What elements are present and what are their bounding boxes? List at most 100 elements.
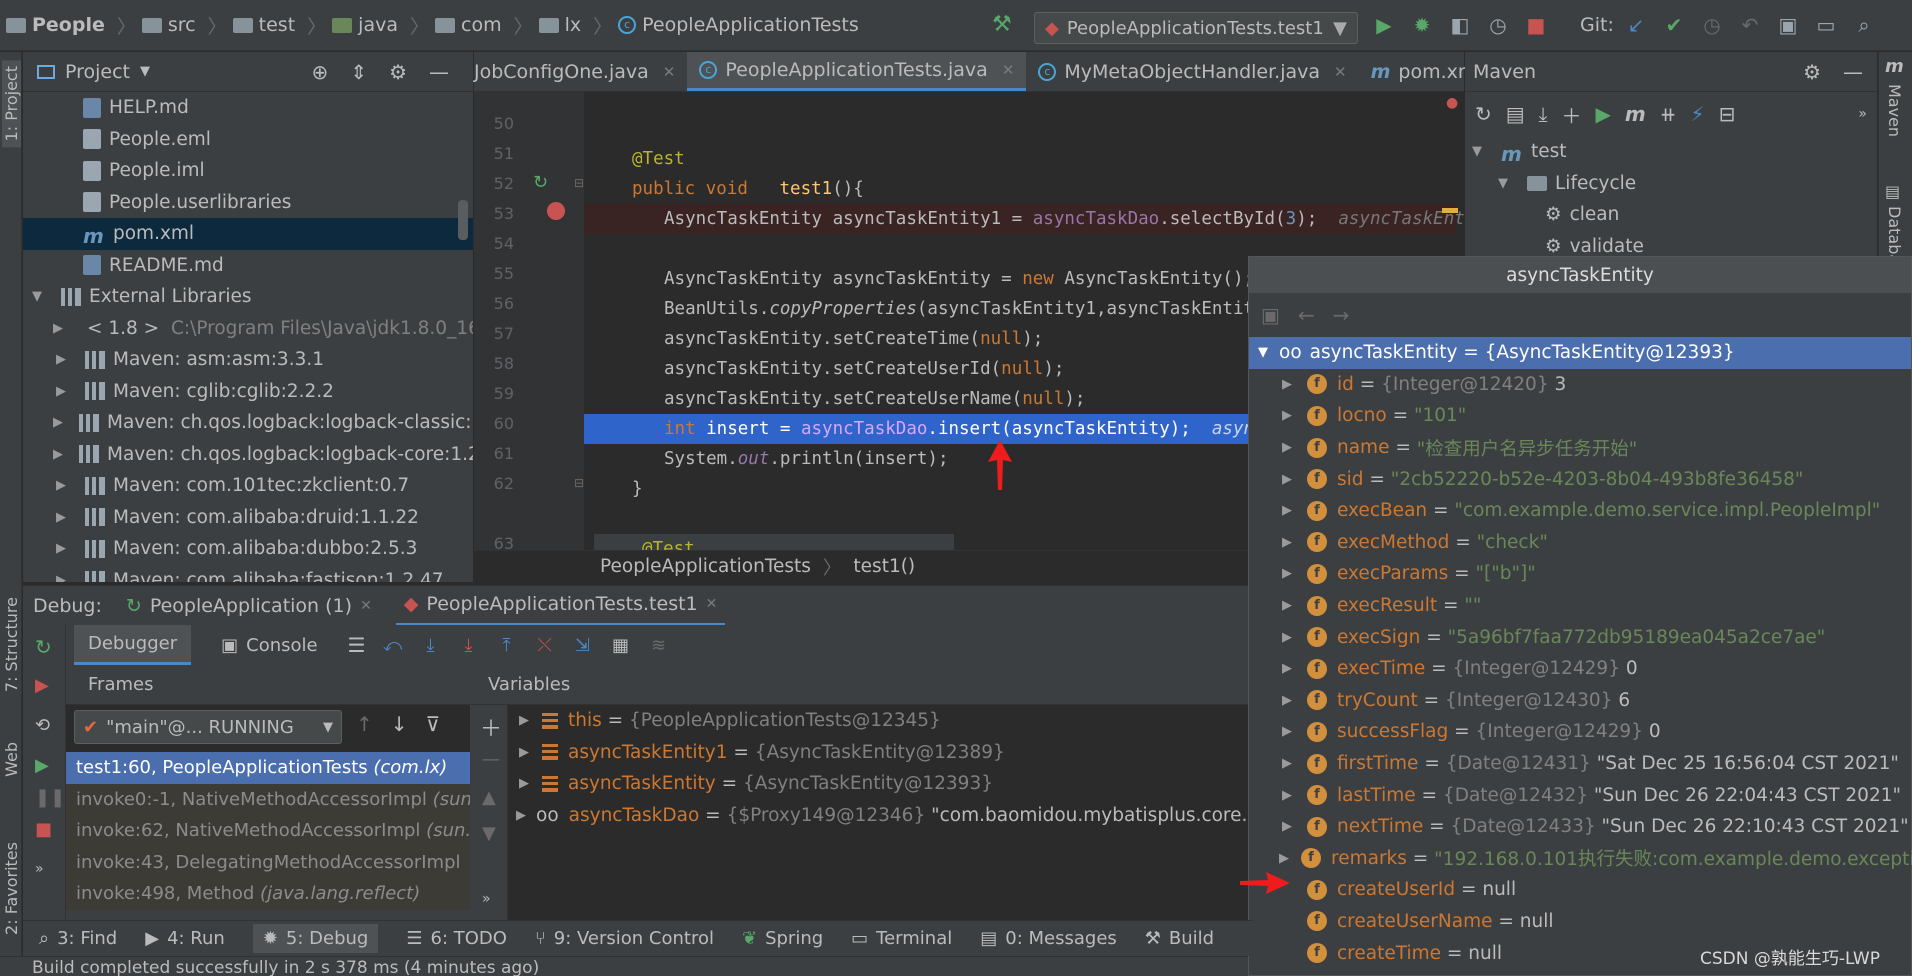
expanded-arrow-icon[interactable]: ▼ [1469, 144, 1485, 159]
tree-item-external-libraries[interactable]: ▼ External Libraries [23, 281, 473, 313]
collapsed-arrow-icon[interactable]: ▶ [1279, 819, 1295, 834]
tree-item-library[interactable]: ▶ Maven: cglib:cglib:2.2.2 [23, 376, 473, 408]
variable-row[interactable]: ▶ asyncTaskEntity1 = {AsyncTaskEntity@123… [508, 737, 1253, 769]
menu-icon[interactable]: ☰ [348, 633, 366, 657]
tab-debugger[interactable]: Debugger [74, 625, 192, 665]
minimize-icon[interactable]: — [1843, 60, 1863, 84]
filter-icon[interactable]: ⊽ [426, 712, 441, 736]
tool-tab-run[interactable]: ▶ 4: Run [145, 928, 225, 949]
collapsed-arrow-icon[interactable]: ▶ [1279, 788, 1295, 803]
tree-item-help-md[interactable]: HELP.md [23, 92, 473, 124]
move-up-icon[interactable]: ▲ [482, 787, 496, 808]
expanded-arrow-icon[interactable]: ▼ [1495, 176, 1511, 191]
variable-row[interactable]: ▶ this = {PeopleApplicationTests@12345} [508, 705, 1253, 737]
popup-field-execTime[interactable]: ▶ f execTime = {Integer@12429} 0 [1249, 653, 1911, 685]
tab-console[interactable]: ▣ Console [207, 625, 331, 665]
collapsed-arrow-icon[interactable]: ▶ [1279, 756, 1295, 771]
arrow-up-icon[interactable]: ↑ [356, 712, 373, 736]
more-icon[interactable]: » [482, 891, 491, 907]
fold-icon[interactable]: ⊟ [574, 476, 584, 490]
popup-field-execResult[interactable]: ▶ f execResult = "" [1249, 590, 1911, 622]
chevron-down-icon[interactable]: ▼ [140, 64, 150, 79]
move-down-icon[interactable]: ▼ [482, 823, 496, 844]
popup-field-name[interactable]: ▶ f name = "检查用户名异步任务开始" [1249, 432, 1911, 464]
popup-field-execParams[interactable]: ▶ f execParams = "["b"]" [1249, 558, 1911, 590]
run-icon[interactable]: ▶ [1596, 102, 1611, 126]
git-update-icon[interactable]: ↙ [1622, 11, 1650, 39]
build-hammer-icon[interactable]: ⚒ [992, 12, 1012, 37]
more-icon[interactable]: » [35, 861, 44, 877]
breakpoint-icon[interactable] [547, 202, 565, 220]
run-to-cursor-icon[interactable]: ⇲ [572, 634, 594, 656]
popup-field-remarks[interactable]: ▶ f remarks = "192.168.0.101执行失败:com.examp… [1249, 843, 1912, 875]
popup-field-createUserId[interactable]: f createUserId = null [1249, 874, 1911, 906]
popup-field-sid[interactable]: ▶ f sid = "2cb52220-b52e-4203-8b04-493b8fe… [1249, 463, 1911, 495]
breadcrumb-src[interactable]: src 〉 [141, 12, 227, 39]
collapsed-arrow-icon[interactable]: ▶ [53, 415, 63, 430]
download-icon[interactable]: ⤓ [1539, 102, 1548, 126]
collapsed-arrow-icon[interactable]: ▶ [1279, 535, 1295, 550]
breadcrumb-test[interactable]: test 〉 [232, 12, 326, 39]
search-icon[interactable]: ⌕ [1850, 11, 1878, 39]
collapsed-arrow-icon[interactable]: ▶ [1279, 408, 1295, 423]
popup-field-nextTime[interactable]: ▶ f nextTime = {Date@12433} "Sun Dec 26 22… [1249, 811, 1911, 843]
tab-peopleapplicationtests[interactable]: c PeopleApplicationTests.java ✕ [687, 52, 1027, 91]
trace-icon[interactable]: ≋ [648, 634, 670, 656]
popup-field-tryCount[interactable]: ▶ f tryCount = {Integer@12430} 6 [1249, 685, 1911, 717]
show-dependencies-icon[interactable]: ⊟ [1719, 102, 1736, 126]
collapsed-arrow-icon[interactable]: ▶ [1279, 598, 1295, 613]
evaluate-expression-icon[interactable]: ▦ [610, 634, 632, 656]
popup-field-lastTime[interactable]: ▶ f lastTime = {Date@12432} "Sun Dec 26 22… [1249, 779, 1911, 811]
collapsed-arrow-icon[interactable]: ▶ [53, 384, 69, 399]
collapsed-arrow-icon[interactable]: ▶ [53, 352, 69, 367]
tree-item-people-eml[interactable]: People.eml [23, 124, 473, 156]
collapsed-arrow-icon[interactable]: ▶ [1279, 440, 1295, 455]
minimize-icon[interactable]: — [429, 60, 449, 84]
collapsed-arrow-icon[interactable]: ▶ [1279, 472, 1295, 487]
profile-icon[interactable]: ◷ [1484, 11, 1512, 39]
tree-item-people-iml[interactable]: People.iml [23, 155, 473, 187]
resume-icon[interactable]: ▶ [35, 755, 49, 776]
collapsed-arrow-icon[interactable]: ▶ [1279, 693, 1295, 708]
expanded-arrow-icon[interactable]: ▼ [1255, 345, 1271, 360]
collapsed-arrow-icon[interactable]: ▶ [516, 808, 526, 823]
breadcrumb-class-name[interactable]: PeopleApplicationTests [600, 556, 811, 577]
popup-field-execSign[interactable]: ▶ f execSign = "5a96bf7faa772db95189ea045a… [1249, 621, 1911, 653]
tool-tab-messages[interactable]: ▤ 0: Messages [980, 928, 1117, 949]
step-out-icon[interactable]: ⤒ [496, 634, 518, 656]
step-into-icon[interactable]: ⤓ [458, 634, 480, 656]
collapsed-arrow-icon[interactable]: ▶ [53, 573, 69, 582]
tree-item-library[interactable]: ▶ Maven: com.alibaba:druid:1.1.22 [23, 502, 473, 534]
popup-field-locno[interactable]: ▶ f locno = "101" [1249, 400, 1911, 432]
popup-root-row[interactable]: ▼ oo asyncTaskEntity = {AsyncTaskEntity@12… [1249, 337, 1911, 369]
collapsed-arrow-icon[interactable]: ▶ [1279, 661, 1295, 676]
coverage-icon[interactable]: ◧ [1446, 11, 1474, 39]
close-icon[interactable]: ✕ [663, 63, 676, 81]
toggle-offline-icon[interactable]: ⧺ [1660, 102, 1677, 126]
tree-item-library[interactable]: ▶ Maven: asm:asm:3.3.1 [23, 344, 473, 376]
locate-icon[interactable]: ⊕ [312, 60, 329, 84]
folder-icon[interactable]: ▣ [1261, 303, 1280, 327]
close-icon[interactable]: ✕ [706, 596, 718, 612]
tree-item-library[interactable]: ▶ Maven: com.alibaba:dubbo:2.5.3 [23, 533, 473, 565]
modify-run-icon[interactable]: ▶ [35, 675, 49, 696]
tool-tab-find[interactable]: ⌕ 3: Find [39, 928, 117, 949]
structure-tool-tab[interactable]: 7: Structure [2, 597, 21, 692]
breadcrumb-com[interactable]: com 〉 [435, 12, 533, 39]
back-arrow-icon[interactable]: ← [1298, 303, 1315, 327]
collapsed-arrow-icon[interactable]: ▶ [1279, 503, 1295, 518]
frame-row[interactable]: invoke:43, DelegatingMethodAccessorImpl [66, 846, 470, 878]
tool-tab-debug[interactable]: ✹ 5: Debug [252, 924, 379, 953]
collapsed-arrow-icon[interactable]: ▶ [1279, 566, 1295, 581]
frame-row[interactable]: invoke0:-1, NativeMethodAccessorImpl (su… [66, 783, 470, 815]
popup-field-execMethod[interactable]: ▶ f execMethod = "check" [1249, 527, 1911, 559]
tool-tab-todo[interactable]: ☰ 6: TODO [406, 928, 507, 949]
breadcrumb-java[interactable]: java 〉 [332, 12, 429, 39]
close-icon[interactable]: ✕ [360, 598, 372, 614]
fold-icon[interactable]: ⊟ [574, 176, 584, 190]
tree-item-userlibraries[interactable]: People.userlibraries [23, 187, 473, 219]
generate-sources-icon[interactable]: ▤ [1506, 102, 1525, 126]
debug-tab-test1[interactable]: ◆ PeopleApplicationTests.test1 ✕ [395, 586, 726, 626]
breadcrumb-people[interactable]: People 〉 [6, 12, 136, 39]
collapsed-arrow-icon[interactable]: ▶ [1279, 724, 1295, 739]
